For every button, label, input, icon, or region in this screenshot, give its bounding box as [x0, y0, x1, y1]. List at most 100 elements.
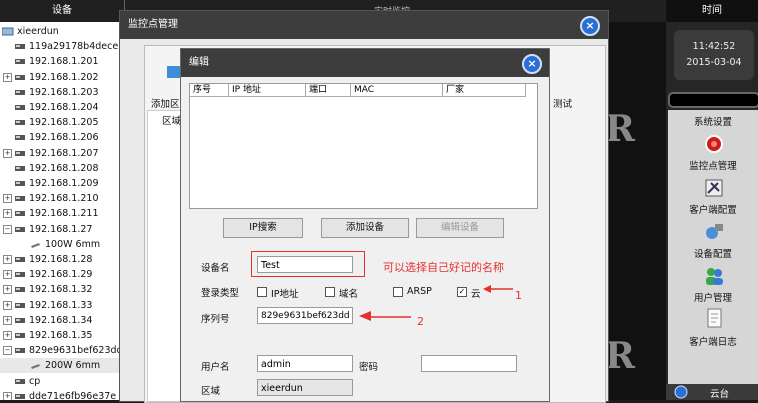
tree-device-item[interactable]: + dde71e6fb96e37e [0, 389, 124, 400]
time-header: 时间 [666, 0, 758, 22]
collapse-icon[interactable]: − [3, 224, 12, 234]
record-icon [705, 135, 723, 153]
tree-device-item[interactable]: 192.168.1.201 [0, 54, 124, 69]
annotation-number-2: 2 [417, 315, 424, 328]
edit-dialog-title: 编辑 [189, 57, 209, 68]
edit-device-button[interactable]: 编辑设备 [416, 218, 504, 238]
tree-device-item[interactable]: +192.168.1.202 [0, 70, 124, 85]
expand-icon[interactable]: + [3, 315, 12, 325]
tree-device-item[interactable]: +192.168.1.210 [0, 191, 124, 206]
login-cloud-checkbox[interactable]: ✓ [457, 287, 467, 297]
tree-device-item[interactable]: +192.168.1.28 [0, 252, 124, 267]
login-arsp-checkbox[interactable] [393, 287, 403, 297]
tree-device-item[interactable]: +192.168.1.211 [0, 206, 124, 221]
area-select[interactable]: xieerdun [257, 379, 353, 396]
area-label: 区域 [201, 386, 221, 397]
tree-device-item[interactable]: − 829e9631bef623dd [0, 343, 124, 358]
expand-icon[interactable]: + [3, 72, 12, 82]
users-icon [706, 268, 723, 285]
tree-device-item[interactable]: cp [0, 374, 124, 389]
dvr-device-icon [15, 150, 25, 156]
tree-item-label: 192.168.1.208 [29, 162, 99, 174]
tree-item-label: 192.168.1.29 [29, 269, 93, 281]
tree-device-item[interactable]: 192.168.1.204 [0, 100, 124, 115]
collapse-icon[interactable]: − [3, 346, 12, 356]
tree-device-item[interactable]: 192.168.1.206 [0, 130, 124, 145]
menu-label: 监控点管理 [689, 161, 737, 172]
tree-item-label: cp [29, 375, 41, 387]
tree-device-item[interactable]: +192.168.1.34 [0, 313, 124, 328]
login-ip-checkbox[interactable] [257, 287, 267, 297]
expand-icon[interactable]: + [3, 194, 12, 204]
tree-device-item[interactable]: 192.168.1.209 [0, 176, 124, 191]
dvr-device-icon [15, 211, 25, 217]
password-label: 密码 [359, 362, 379, 373]
tree-device-item[interactable]: +192.168.1.32 [0, 282, 124, 297]
tree-root-group[interactable]: xieerdun [0, 24, 124, 39]
monitor-window-close-button[interactable]: × [580, 16, 600, 36]
time-slider[interactable] [668, 92, 758, 108]
column-header-port[interactable]: 端口 [306, 84, 351, 97]
add-device-button[interactable]: 添加设备 [321, 218, 409, 238]
tree-item-label: 100W 6mm [45, 238, 101, 250]
expand-icon[interactable]: + [3, 255, 12, 264]
menu-client-config[interactable]: 客户端配置 [668, 174, 758, 216]
column-header-vendor[interactable]: 厂家 [443, 84, 526, 97]
ip-search-button[interactable]: IP搜索 [223, 218, 303, 238]
expand-icon[interactable]: + [3, 209, 12, 219]
tree-device-item[interactable]: 192.168.1.208 [0, 161, 124, 176]
area-tree: 区域 [147, 110, 181, 402]
tree-item-label: 192.168.1.206 [29, 132, 99, 144]
tree-device-item[interactable]: +192.168.1.29 [0, 267, 124, 282]
camera-channel-icon [31, 364, 40, 370]
tree-device-item[interactable]: 192.168.1.203 [0, 85, 124, 100]
tree-device-item[interactable]: − 192.168.1.27 [0, 222, 124, 237]
expand-icon[interactable]: + [3, 331, 12, 340]
username-input[interactable]: admin [257, 355, 353, 372]
tree-item-label: 192.168.1.35 [29, 330, 93, 341]
expand-icon[interactable]: + [3, 391, 12, 400]
annotation-arrow-2 [359, 311, 411, 321]
annotation-number-1: 1 [515, 289, 522, 302]
menu-client-log[interactable]: 客户端日志 [668, 306, 758, 348]
tree-item-label: 192.168.1.27 [29, 223, 93, 235]
tree-item-label: 200W 6mm [45, 360, 101, 372]
menu-user-management[interactable]: 用户管理 [668, 262, 758, 304]
tree-device-item[interactable]: +192.168.1.33 [0, 298, 124, 313]
tree-device-item[interactable]: 119a29178b4dece87 [0, 39, 124, 54]
login-domain-checkbox[interactable] [325, 287, 335, 297]
column-header-index[interactable]: 序号 [190, 84, 229, 97]
dvr-device-icon [15, 74, 25, 80]
tree-channel-item[interactable]: 200W 6mm [0, 358, 124, 374]
expand-icon[interactable]: + [3, 285, 12, 295]
edit-dialog-titlebar: 编辑 × [181, 49, 549, 77]
test-column-label: 测试 [553, 99, 573, 110]
login-ip-label: IP地址 [271, 289, 299, 300]
device-search-table: 序号 IP 地址 端口 MAC 厂家 [189, 83, 538, 209]
password-input[interactable] [421, 355, 517, 372]
column-header-mac[interactable]: MAC [351, 84, 443, 97]
column-header-ip[interactable]: IP 地址 [229, 84, 306, 97]
device-name-label: 设备名 [201, 263, 230, 274]
ptz-bar[interactable]: 云台 [666, 384, 758, 400]
tree-channel-item[interactable]: 100W 6mm [0, 237, 124, 252]
expand-icon[interactable]: + [3, 148, 12, 158]
edit-dialog-close-button[interactable]: × [522, 54, 542, 74]
dvr-device-icon [15, 287, 25, 293]
device-name-highlight [251, 251, 365, 277]
dvr-logo-fragment: R [605, 108, 635, 150]
system-settings-panel: 系统设置 监控点管理 客户端配置 设备配置 用户管理 客户端日志 云台 [666, 110, 758, 400]
tree-item-label: xieerdun [17, 26, 59, 37]
dvr-device-icon [15, 135, 25, 141]
tree-item-label: 192.168.1.28 [29, 254, 93, 265]
tree-device-item[interactable]: 192.168.1.205 [0, 115, 124, 130]
tree-item-label: dde71e6fb96e37e [29, 390, 117, 400]
expand-icon[interactable]: + [3, 300, 12, 310]
menu-monitor-point[interactable]: 监控点管理 [668, 130, 758, 172]
expand-icon[interactable]: + [3, 270, 12, 280]
tree-device-item[interactable]: +192.168.1.35 [0, 328, 124, 343]
menu-device-config[interactable]: 设备配置 [668, 218, 758, 260]
serial-number-input[interactable]: 829e9631bef623dd [257, 307, 353, 324]
ptz-icon [674, 385, 688, 399]
tree-device-item[interactable]: +192.168.1.207 [0, 146, 124, 161]
